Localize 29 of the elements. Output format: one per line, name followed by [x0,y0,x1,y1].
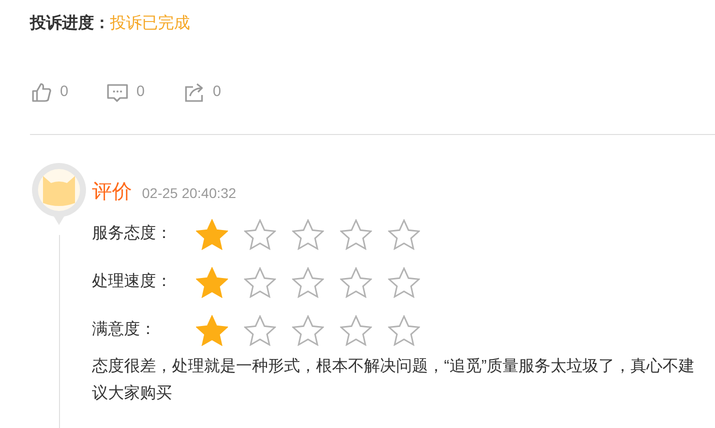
progress-label: 投诉进度： [30,13,110,34]
empty-star-icon [292,314,324,346]
empty-star-icon [388,218,420,250]
count: 0 [60,82,68,102]
empty-star-icon [340,266,372,298]
empty-star-icon [244,218,276,250]
filled-star-icon [196,314,228,346]
filled-star-icon [196,218,228,250]
count: 0 [212,82,222,102]
empty-star-icon [244,314,276,346]
progress-status: 投诉已完成 [110,14,190,34]
empty-star-icon [292,266,324,298]
rating-label: 服务态度： [92,224,173,244]
empty-star-icon [340,218,372,250]
rating-label: 处理速度： [92,272,173,292]
filled-star-icon [196,266,228,298]
review-comment: 态度很差，处理就是一种形式，根本不解决问题，“追觅”质量服务太垃圾了，真心不建议大家购买 [92,356,696,404]
empty-star-icon [244,266,276,298]
empty-star-icon [340,314,372,346]
share-icon[interactable] [182,81,205,103]
rating-label: 满意度： [92,320,157,340]
review-time: 02-25 20:40:32 [142,184,236,203]
empty-star-icon [292,218,324,250]
empty-star-icon [388,314,420,346]
review-title: 评价 [92,180,132,205]
empty-star-icon [388,266,420,298]
like-icon[interactable] [30,81,52,103]
comment-icon[interactable] [106,81,128,103]
count: 0 [136,82,145,102]
